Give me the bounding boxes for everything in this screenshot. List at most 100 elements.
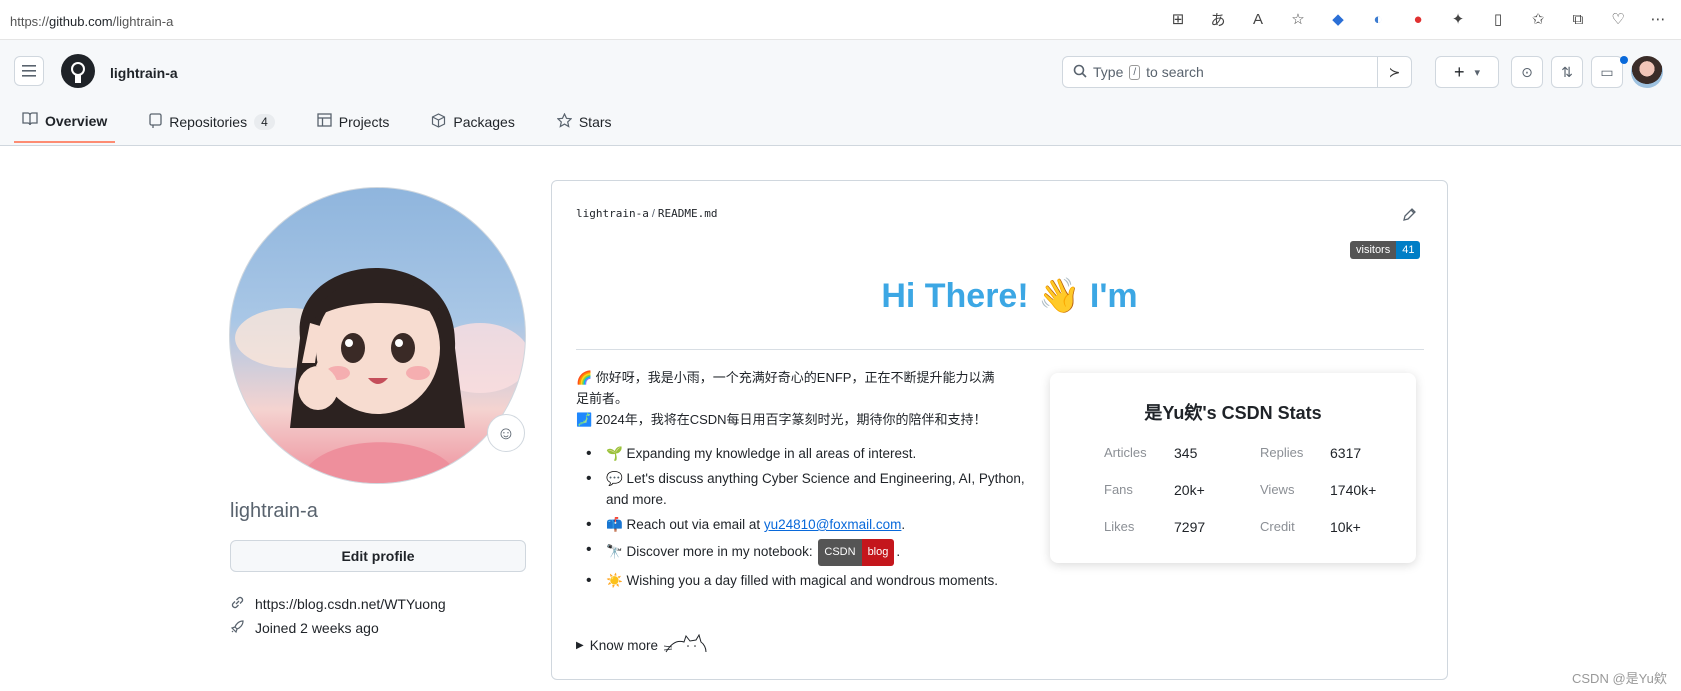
- split-screen-icon[interactable]: ▯: [1487, 8, 1509, 30]
- edit-profile-button[interactable]: Edit profile: [230, 540, 526, 572]
- plus-icon: +: [1453, 61, 1465, 82]
- rocket-icon: [230, 619, 245, 637]
- collections-icon[interactable]: ⧉: [1567, 8, 1589, 30]
- badge-label: CSDN: [818, 539, 862, 566]
- menu-button[interactable]: [14, 56, 44, 86]
- stat-key: Articles: [1104, 445, 1147, 460]
- intro-line: 🌈 你好呀，我是小雨，一个充满好奇心的ENFP，正在不断提升能力以满足前者。: [576, 370, 995, 406]
- issues-button[interactable]: ⊙: [1511, 56, 1543, 88]
- loop-icon[interactable]: ◐: [1367, 8, 1389, 30]
- tab-label: Projects: [338, 113, 390, 130]
- read-aloud-icon[interactable]: A: [1247, 8, 1269, 30]
- profile-website: https://blog.csdn.net/WTYuong: [230, 595, 446, 613]
- list-item: 💬 Let's discuss anything Cyber Science a…: [576, 468, 1026, 510]
- visitors-count: 41: [1396, 241, 1421, 259]
- puzzle-icon[interactable]: ✦: [1447, 8, 1469, 30]
- url-prefix: https://: [10, 14, 50, 29]
- website-link[interactable]: https://blog.csdn.net/WTYuong: [255, 596, 446, 612]
- link-icon: [230, 595, 245, 613]
- readme-path-file[interactable]: README.md: [658, 207, 718, 220]
- tab-overview[interactable]: Overview: [14, 106, 116, 143]
- cat-doodle-icon: [663, 634, 707, 653]
- tab-stars[interactable]: Stars: [549, 106, 620, 143]
- stats-row: Likes 7297 Credit 10k+: [1104, 519, 1416, 535]
- tab-projects[interactable]: Projects: [309, 106, 398, 143]
- hamburger-icon: [22, 65, 36, 77]
- package-icon: [431, 112, 446, 131]
- browser-toolbar: https://github.com/lightrain-a ⊞ あ A ☆ ◆…: [0, 0, 1681, 40]
- set-status-button[interactable]: ☺: [487, 414, 525, 452]
- chevron-down-icon: ▾: [1474, 66, 1481, 79]
- grid-icon[interactable]: ⊞: [1167, 8, 1189, 30]
- tab-repositories[interactable]: Repositories 4: [141, 106, 283, 143]
- stat-key: Fans: [1104, 482, 1133, 497]
- shield-icon[interactable]: ◆: [1327, 8, 1349, 30]
- search-placeholder-pre: Type: [1093, 64, 1124, 80]
- stat-value: 7297: [1174, 519, 1206, 535]
- avatar[interactable]: [1631, 56, 1663, 88]
- profile-name: lightrain-a: [230, 500, 318, 522]
- profile-avatar[interactable]: [229, 187, 526, 484]
- triangle-right-icon: ▶: [576, 639, 584, 651]
- csdn-blog-badge[interactable]: CSDN blog: [818, 539, 895, 566]
- list-item: ☀️ Wishing you a day filled with magical…: [576, 570, 1026, 591]
- smiley-icon: ☺: [496, 422, 516, 443]
- address-bar[interactable]: https://github.com/lightrain-a: [10, 14, 173, 29]
- tab-label: Repositories: [169, 113, 248, 130]
- readme-intro: 🌈 你好呀，我是小雨，一个充满好奇心的ENFP，正在不断提升能力以满足前者。 🗾…: [576, 367, 1006, 430]
- extension-red-icon[interactable]: ●: [1407, 8, 1429, 30]
- tab-packages[interactable]: Packages: [423, 106, 522, 143]
- pull-request-icon: ⇅: [1561, 63, 1573, 80]
- issue-icon: ⊙: [1521, 63, 1533, 80]
- inbox-button[interactable]: ▭: [1591, 56, 1623, 88]
- inbox-icon: ▭: [1600, 63, 1614, 80]
- know-more-label: Know more: [589, 637, 658, 653]
- list-item: 🌱 Expanding my knowledge in all areas of…: [576, 443, 1026, 464]
- notification-dot: [1620, 56, 1628, 64]
- csdn-stats-card: 是Yu欸's CSDN Stats Articles 345 Replies 6…: [1050, 373, 1416, 563]
- create-new-button[interactable]: + ▾: [1435, 56, 1499, 88]
- stat-value: 6317: [1330, 445, 1362, 461]
- stats-title: 是Yu欸's CSDN Stats: [1144, 403, 1322, 423]
- readme-hero-title: Hi There! 👋 I'm: [881, 277, 1138, 315]
- visitors-label: visitors: [1350, 241, 1397, 259]
- csdn-watermark: CSDN @是Yu欸: [1572, 671, 1667, 686]
- list-item: 📫 Reach out via email at yu24810@foxmail…: [576, 514, 1026, 535]
- readme-bullet-list: 🌱 Expanding my knowledge in all areas of…: [576, 443, 1026, 595]
- browser-actions: ⊞ あ A ☆ ◆ ◐ ● ✦ ▯ ✩ ⧉ ♡ ⋯: [1167, 8, 1681, 30]
- bullet-text: 📫 Reach out via email at: [606, 517, 764, 532]
- stat-key: Views: [1260, 482, 1295, 497]
- pull-requests-button[interactable]: ⇅: [1551, 56, 1583, 88]
- translate-icon[interactable]: あ: [1207, 8, 1229, 30]
- book-icon: [22, 112, 38, 129]
- header-username[interactable]: lightrain-a: [110, 65, 178, 81]
- url-path: /lightrain-a: [112, 14, 174, 29]
- github-logo-icon[interactable]: [61, 54, 95, 88]
- performance-icon[interactable]: ♡: [1607, 8, 1629, 30]
- intro-line: 🗾 2024年，我将在CSDN每日用百字篆刻时光，期待你的陪伴和支持！: [576, 412, 987, 427]
- stat-value: 10k+: [1330, 519, 1361, 535]
- stats-row: Articles 345 Replies 6317: [1104, 445, 1416, 461]
- readme-path: lightrain-a / README.md: [576, 207, 718, 220]
- list-item: 🔭 Discover more in my notebook: CSDNblog…: [576, 539, 1026, 566]
- repo-count-badge: 4: [254, 113, 275, 130]
- know-more-toggle[interactable]: ▶ Know more: [576, 634, 708, 656]
- pencil-icon: [1403, 208, 1416, 221]
- email-link[interactable]: yu24810@foxmail.com: [764, 517, 902, 532]
- favorite-icon[interactable]: ☆: [1287, 8, 1309, 30]
- bullet-text: .: [896, 544, 901, 560]
- command-palette-icon[interactable]: ≻: [1377, 57, 1411, 87]
- edit-readme-button[interactable]: [1402, 207, 1417, 226]
- bullet-text: 🔭 Discover more in my notebook:: [606, 544, 817, 560]
- more-icon[interactable]: ⋯: [1647, 8, 1669, 30]
- search-input[interactable]: Type / to search ≻: [1062, 56, 1412, 88]
- readme-path-user[interactable]: lightrain-a: [576, 207, 649, 220]
- badge-value: blog: [861, 539, 895, 566]
- favorites-icon[interactable]: ✩: [1527, 8, 1549, 30]
- stat-value: 345: [1174, 445, 1198, 461]
- search-icon: [1073, 64, 1087, 81]
- search-shortcut-key: /: [1129, 64, 1141, 80]
- repo-icon: [149, 112, 162, 131]
- profile-joined: Joined 2 weeks ago: [230, 619, 379, 637]
- readme-card: lightrain-a / README.md visitors 41 Hi The…: [551, 180, 1448, 680]
